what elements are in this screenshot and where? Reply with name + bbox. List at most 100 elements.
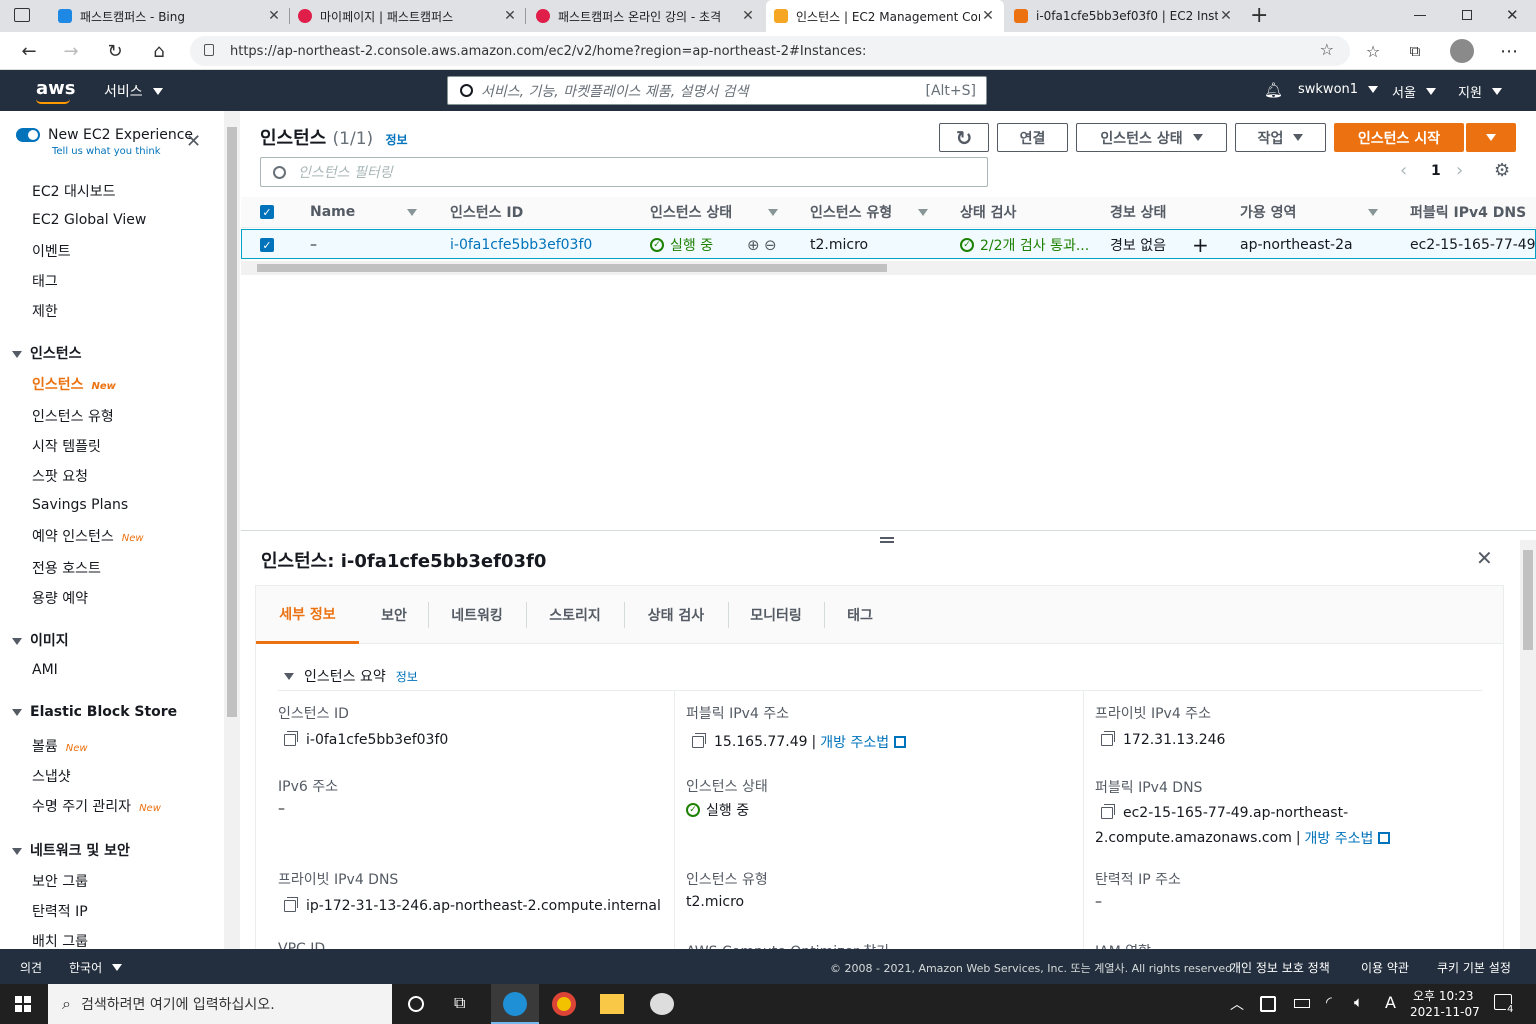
launch-dropdown-button[interactable]	[1466, 123, 1516, 152]
restore-icon[interactable]	[1462, 10, 1472, 20]
close-tab-icon[interactable]: ✕	[740, 8, 756, 24]
sidebar-section-instances[interactable]: 인스턴스	[12, 343, 82, 363]
sort-icon[interactable]	[918, 197, 928, 227]
collections-icon[interactable]: ⧉	[1400, 32, 1430, 70]
taskbar-search-box[interactable]: ⌕ 검색하려면 여기에 입력하십시오.	[48, 984, 392, 1024]
sidebar-scrollbar[interactable]	[224, 111, 240, 949]
minimize-icon[interactable]	[1414, 15, 1426, 16]
tab-tags[interactable]: 태그	[824, 586, 896, 644]
sidebar-item-reserved-instances[interactable]: 예약 인스턴스 New	[32, 526, 144, 546]
back-icon[interactable]: ←	[14, 32, 44, 70]
privacy-link[interactable]: 개인 정보 보호 정책	[1230, 959, 1330, 976]
zoom-in-icon[interactable]: ⊕	[747, 230, 760, 260]
close-tab-icon[interactable]: ✕	[1218, 8, 1234, 24]
sidebar-item-dedicated-hosts[interactable]: 전용 호스트	[32, 558, 101, 578]
url-field[interactable]: https://ap-northeast-2.console.aws.amazo…	[190, 36, 1350, 66]
settings-gear-icon[interactable]: ⚙	[1494, 160, 1510, 181]
aws-logo[interactable]: aws	[36, 78, 76, 99]
aws-search-input[interactable]: 서비스, 기능, 마켓플레이스 제품, 설명서 검색 [Alt+S]	[447, 76, 987, 105]
cell-instance-id[interactable]: i-0fa1cfe5bb3ef03f0	[450, 230, 592, 260]
add-alarm-icon[interactable]: +	[1192, 230, 1209, 260]
wifi-icon[interactable]: ◜	[1326, 993, 1332, 1011]
cell-status-check[interactable]: ✓ 2/2개 검사 통과...	[960, 230, 1100, 260]
forward-icon[interactable]: →	[56, 32, 86, 70]
close-window-icon[interactable]: ✕	[1506, 6, 1519, 24]
support-menu[interactable]: 지원	[1458, 82, 1502, 101]
column-instance-state[interactable]: 인스턴스 상태	[650, 197, 732, 227]
sort-icon[interactable]	[1368, 197, 1378, 227]
sidebar-section-network[interactable]: 네트워크 및 보안	[12, 840, 130, 860]
browser-tab[interactable]: i-0fa1cfe5bb3ef03f0 | EC2 Instan ✕	[1006, 0, 1242, 32]
battery-icon[interactable]	[1294, 999, 1310, 1008]
select-all-checkbox[interactable]: ✓	[260, 197, 274, 227]
sidebar-item-tags[interactable]: 태그	[32, 271, 58, 291]
info-link[interactable]: 정보	[385, 133, 407, 147]
new-tab-icon[interactable]: +	[1250, 3, 1268, 28]
volume-icon[interactable]: 🔈︎	[1354, 993, 1363, 1011]
feedback-link[interactable]: Tell us what you think	[52, 146, 161, 157]
refresh-button[interactable]: ↻	[939, 123, 989, 152]
column-alarm-status[interactable]: 경보 상태	[1110, 197, 1166, 227]
summary-header[interactable]: 인스턴스 요약 정보	[284, 666, 418, 686]
sidebar-item-snapshots[interactable]: 스냅샷	[32, 766, 71, 786]
account-menu[interactable]: swkwon1	[1298, 82, 1379, 97]
tab-actions-icon[interactable]	[14, 8, 30, 22]
drag-handle-icon[interactable]	[880, 537, 894, 543]
tab-networking[interactable]: 네트워킹	[428, 586, 526, 644]
sidebar-item-events[interactable]: 이벤트	[32, 241, 71, 261]
launch-instances-button[interactable]: 인스턴스 시작	[1334, 123, 1464, 152]
sidebar-item-capacity-reservations[interactable]: 용량 예약	[32, 588, 88, 608]
sidebar-item-elastic-ips[interactable]: 탄력적 IP	[32, 901, 88, 921]
column-instance-id[interactable]: 인스턴스 ID	[450, 197, 523, 227]
tab-storage[interactable]: 스토리지	[526, 586, 624, 644]
close-detail-icon[interactable]: ✕	[1476, 546, 1493, 570]
split-panel-divider[interactable]	[241, 530, 1536, 531]
actions-button[interactable]: 작업	[1235, 123, 1326, 152]
services-menu[interactable]: 서비스	[104, 81, 163, 101]
file-explorer-icon[interactable]	[600, 994, 624, 1014]
column-public-dns[interactable]: 퍼블릭 IPv4 DNS	[1410, 197, 1526, 227]
sidebar-item-lifecycle-manager[interactable]: 수명 주기 관리자 New	[32, 796, 161, 816]
refresh-icon[interactable]: ↻	[100, 32, 130, 70]
sort-icon[interactable]	[768, 197, 778, 227]
sidebar-item-limits[interactable]: 제한	[32, 301, 58, 321]
zoom-out-icon[interactable]: ⊖	[764, 230, 777, 260]
profile-avatar[interactable]	[1450, 39, 1474, 63]
prev-page-icon[interactable]: ‹	[1400, 160, 1407, 181]
home-icon[interactable]: ⌂	[144, 32, 174, 70]
browser-tab-active[interactable]: 인스턴스 | EC2 Management Con ✕	[766, 0, 1004, 32]
copy-icon[interactable]	[284, 897, 298, 912]
open-address-link[interactable]: 개방 주소법	[1305, 828, 1374, 848]
sidebar-item-global-view[interactable]: EC2 Global View	[32, 212, 146, 228]
copy-icon[interactable]	[692, 733, 706, 748]
column-instance-type[interactable]: 인스턴스 유형	[810, 197, 892, 227]
favorite-star-icon[interactable]: ☆	[1320, 40, 1334, 59]
table-row[interactable]: ✓ – i-0fa1cfe5bb3ef03f0 ✓ 실행 중 ⊕ ⊖ t2.mic…	[241, 229, 1536, 259]
clock-date[interactable]: 2021-11-07	[1410, 1005, 1480, 1019]
sidebar-item-ami[interactable]: AMI	[32, 662, 58, 678]
language-select[interactable]: 한국어	[69, 959, 123, 976]
lock-icon[interactable]	[204, 44, 214, 56]
sidebar-item-spot-requests[interactable]: 스팟 요청	[32, 466, 88, 486]
copy-icon[interactable]	[1101, 804, 1115, 819]
open-address-link[interactable]: 개방 주소법	[820, 732, 889, 752]
sidebar-item-instances[interactable]: 인스턴스 New	[32, 374, 116, 394]
info-link[interactable]: 정보	[396, 668, 418, 685]
browser-tab[interactable]: 패스트캠퍼스 온라인 강의 - 초격 ✕	[528, 0, 764, 32]
close-sidebar-icon[interactable]: ✕	[186, 131, 201, 152]
region-menu[interactable]: 서울	[1392, 82, 1436, 101]
favorites-icon[interactable]: ☆	[1358, 32, 1388, 70]
instance-filter-input[interactable]: 인스턴스 필터링	[260, 157, 988, 187]
feedback-link[interactable]: 의견	[20, 959, 42, 976]
connect-button[interactable]: 연결	[997, 123, 1068, 152]
sidebar-item-instance-types[interactable]: 인스턴스 유형	[32, 406, 114, 426]
instance-state-button[interactable]: 인스턴스 상태	[1076, 123, 1227, 152]
table-horizontal-scrollbar[interactable]	[241, 261, 1536, 275]
cookie-preferences-link[interactable]: 쿠키 기본 설정	[1437, 959, 1511, 976]
tab-security[interactable]: 보안	[360, 586, 428, 644]
ime-indicator[interactable]: A	[1385, 993, 1396, 1012]
browser-tab[interactable]: 패스트캠퍼스 - Bing ✕	[50, 0, 290, 32]
clock-time[interactable]: 오후 10:23	[1413, 987, 1473, 1004]
browser-tab[interactable]: 마이페이지 | 패스트캠퍼스 ✕	[290, 0, 526, 32]
close-tab-icon[interactable]: ✕	[980, 8, 996, 24]
